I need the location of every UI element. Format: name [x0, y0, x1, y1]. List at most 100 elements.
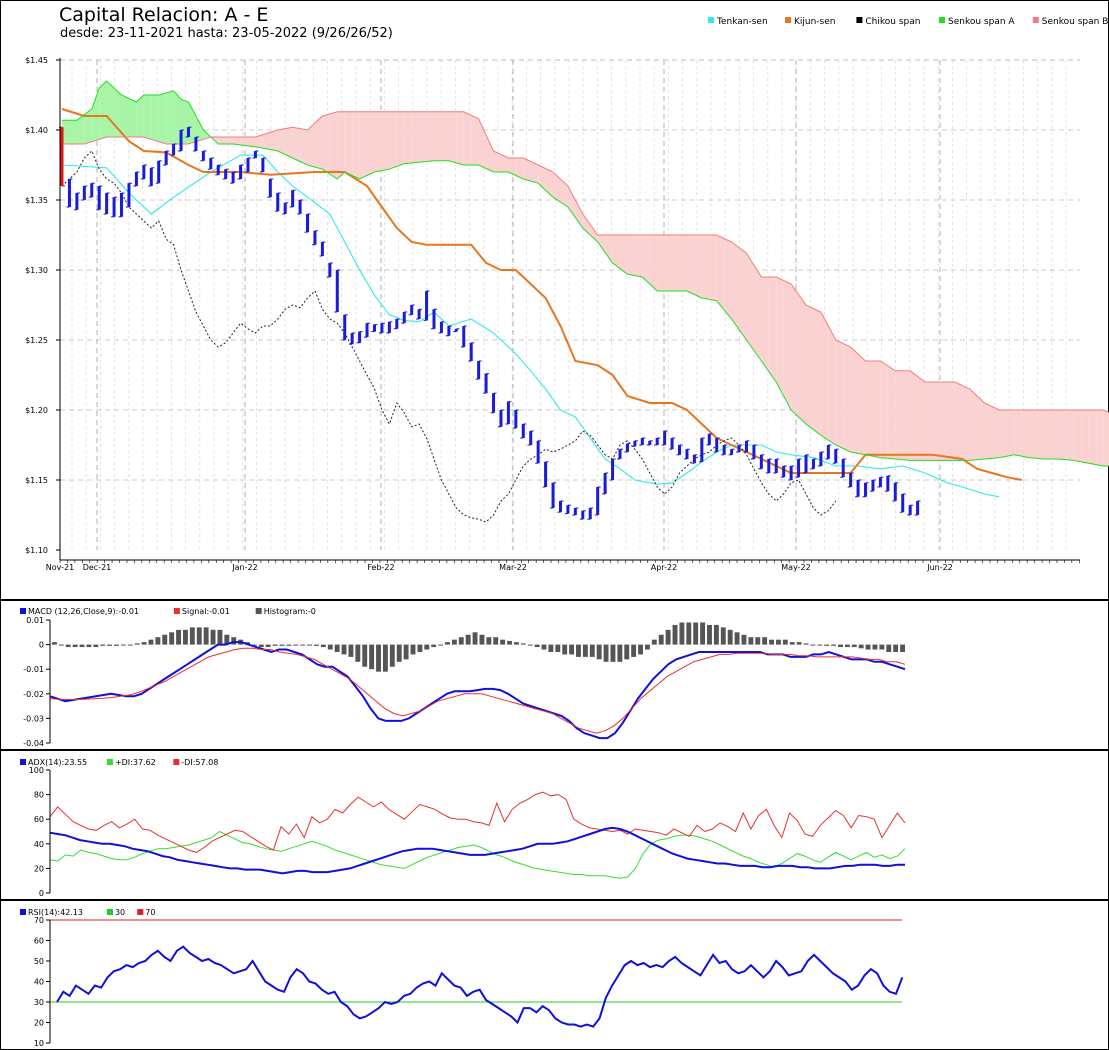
histogram-bar — [589, 644, 595, 657]
histogram-bar — [438, 644, 444, 646]
cloud-segment-bearish — [1014, 410, 1022, 457]
histogram-bar — [203, 627, 209, 645]
cloud-segment-bearish — [359, 111, 367, 179]
y-tick-label: 80 — [34, 791, 44, 800]
cloud-segment-bearish — [1081, 410, 1089, 464]
histogram-bar — [872, 644, 878, 650]
cloud-segment-bearish — [1088, 410, 1097, 465]
histogram-bar — [893, 644, 899, 652]
cloud-segment-bearish — [374, 111, 382, 172]
cloud-segment-bullish — [121, 95, 129, 137]
x-tick-label: Dec-21 — [83, 563, 112, 572]
cloud-segment-bearish — [768, 277, 777, 382]
histogram-bar — [58, 644, 64, 646]
y-tick-label: $1.20 — [25, 406, 48, 415]
legend-label-senkou-span-b: Senkou span B — [1042, 17, 1109, 27]
cloud-segment-bearish — [225, 137, 234, 144]
cloud-segment-bearish — [434, 111, 442, 161]
histogram-bar — [700, 622, 706, 645]
cloud-segment-bearish — [679, 235, 687, 291]
histogram-bar — [258, 644, 264, 648]
histogram-bar — [789, 642, 795, 645]
histogram-bar — [293, 644, 299, 646]
cloud-segment-bearish — [411, 111, 420, 163]
cloud-segment-bearish — [858, 354, 866, 455]
adx-legend: ADX(14):23.55 +DI:37.62 -DI:57.08 — [20, 758, 218, 767]
histogram-bar — [355, 644, 361, 662]
histogram-bar — [810, 644, 816, 646]
cloud-segment-bearish — [932, 382, 940, 461]
legend-swatch-tenkan-sen — [708, 17, 714, 23]
histogram-bar — [65, 644, 71, 648]
histogram-bar — [727, 629, 733, 645]
histogram-bar — [693, 622, 699, 645]
histogram-bar — [644, 644, 650, 650]
cloud-segment-bearish — [270, 130, 278, 151]
cloud-segment-bearish — [1051, 410, 1059, 459]
y-tick-label: $1.30 — [25, 266, 48, 275]
cloud-segment-bearish — [1096, 410, 1104, 466]
histogram-bar — [507, 640, 512, 645]
cloud-segment-bearish — [925, 382, 933, 461]
histogram-bar — [562, 644, 568, 655]
legend-label: Signal:-0.01 — [182, 607, 230, 616]
legend-swatch-kijun-sen — [785, 17, 791, 23]
histogram-bar — [624, 644, 630, 660]
histogram-bar — [686, 622, 692, 645]
histogram-bar — [86, 644, 92, 648]
cloud-segment-bullish — [158, 92, 167, 144]
histogram-bar — [141, 642, 147, 645]
cloud-segment-bearish — [1006, 410, 1015, 457]
cloud-segment-bearish — [731, 242, 739, 330]
cloud-segment-bearish — [329, 111, 338, 179]
histogram-bar — [548, 644, 554, 652]
histogram-bar — [769, 639, 774, 645]
legend-label-senkou-span-a: Senkou span A — [948, 17, 1015, 27]
histogram-bar — [341, 644, 347, 655]
y-tick-label: 10 — [34, 1039, 44, 1048]
histogram-bar — [107, 644, 113, 646]
histogram-bar — [541, 644, 547, 650]
histogram-bar — [265, 644, 271, 648]
histogram-bar — [493, 637, 499, 645]
histogram-bar — [403, 644, 409, 660]
histogram-bar — [320, 644, 326, 648]
cloud-segment-bearish — [783, 280, 792, 410]
legend-swatch — [106, 759, 113, 765]
cloud-segment-bearish — [448, 111, 457, 163]
histogram-bar — [348, 644, 354, 657]
histogram-bar — [865, 644, 871, 650]
cloud-segment-bearish — [910, 370, 918, 461]
cloud-segment-bearish — [240, 137, 248, 146]
histogram-bar — [775, 639, 781, 645]
histogram-bar — [838, 644, 843, 648]
histogram-bar — [155, 637, 161, 645]
histogram-bar — [755, 637, 761, 645]
histogram-bar — [472, 632, 478, 645]
histogram-bar — [658, 634, 664, 645]
histogram-bar — [217, 629, 223, 645]
histogram-bar — [307, 644, 313, 646]
cloud-segment-bearish — [835, 340, 844, 449]
histogram-bar — [424, 644, 430, 650]
cloud-segment-bearish — [657, 235, 665, 291]
histogram-bar — [196, 627, 202, 645]
y-tick-label: 20 — [34, 864, 44, 873]
cloud-segment-bearish — [746, 253, 754, 351]
histogram-bar — [886, 644, 892, 652]
cloud-segment-bearish — [954, 382, 963, 461]
legend-swatch — [137, 909, 144, 915]
histogram-bar — [479, 634, 485, 645]
cloud-segment-bearish — [277, 128, 286, 155]
cloud-segment-bullish — [151, 95, 159, 142]
histogram-bar — [300, 644, 306, 646]
histogram-bar — [458, 637, 464, 645]
cloud-segment-bearish — [902, 370, 911, 461]
y-tick-label: -0.03 — [23, 714, 44, 723]
cloud-segment-bearish — [634, 235, 643, 277]
cloud-segment-bearish — [798, 294, 806, 424]
cloud-segment-bearish — [322, 113, 330, 175]
histogram-bar — [617, 644, 623, 662]
histogram-bar — [603, 644, 609, 662]
histogram-bar — [396, 644, 402, 662]
